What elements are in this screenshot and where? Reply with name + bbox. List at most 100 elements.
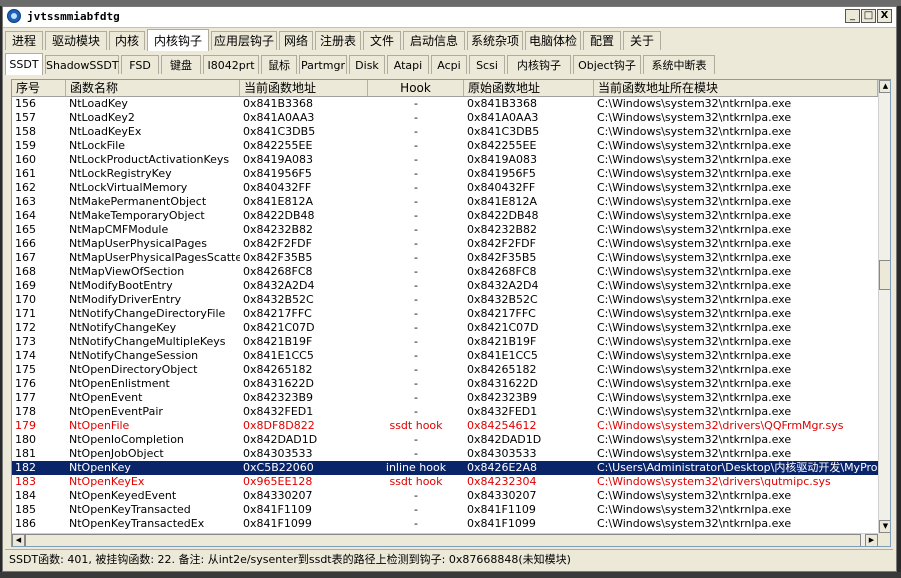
cell-idx: 181 <box>15 447 36 460</box>
cell-idx: 174 <box>15 349 36 362</box>
cell-cur: 0x8432FED1 <box>243 405 314 418</box>
cell-idx: 171 <box>15 307 36 320</box>
table-row[interactable]: 159 NtLockFile 0x842255EE - 0x842255EE C:\Win… <box>12 139 878 153</box>
table-row[interactable]: 157 NtLoadKey2 0x841A0AA3 - 0x841A0AA3 C:\Win… <box>12 111 878 125</box>
minimize-button[interactable]: _ <box>845 9 860 23</box>
table-row[interactable]: 172 NtNotifyChangeKey 0x8421C07D - 0x8421C07… <box>12 321 878 335</box>
column-header-4[interactable]: 原始函数地址 <box>464 80 594 96</box>
cell-module: C:\Windows\system32\ntkrnlpa.exe <box>597 181 792 194</box>
tab-menu-2[interactable]: 内核 <box>109 31 145 50</box>
h-scroll-thumb[interactable] <box>25 534 861 546</box>
table-row[interactable]: 181 NtOpenJobObject 0x84303533 - 0x84303533 C… <box>12 447 878 461</box>
table-row[interactable]: 184 NtOpenKeyedEvent 0x84330207 - 0x84330207… <box>12 489 878 503</box>
table-row[interactable]: 161 NtLockRegistryKey 0x841956F5 - 0x841956F… <box>12 167 878 181</box>
tab-sub-7[interactable]: Disk <box>349 55 385 74</box>
scroll-up-icon[interactable]: ▲ <box>879 80 890 93</box>
cell-hook: - <box>414 181 418 194</box>
tab-menu-6[interactable]: 注册表 <box>315 31 361 50</box>
column-header-3[interactable]: Hook <box>368 80 464 96</box>
column-header-2[interactable]: 当前函数地址 <box>240 80 368 96</box>
tab-menu-9[interactable]: 系统杂项 <box>467 31 523 50</box>
column-header-1[interactable]: 函数名称 <box>66 80 240 96</box>
cell-name: NtOpenKeyEx <box>69 475 145 488</box>
vertical-scrollbar[interactable]: ▲ ▼ <box>878 80 890 533</box>
cell-name: NtLockRegistryKey <box>69 167 172 180</box>
tab-menu-3[interactable]: 内核钩子 <box>147 29 209 51</box>
cell-name: NtModifyDriverEntry <box>69 293 182 306</box>
table-row[interactable]: 185 NtOpenKeyTransacted 0x841F1109 - 0x841F1… <box>12 503 878 517</box>
table-row[interactable]: 168 NtMapViewOfSection 0x84268FC8 - 0x84268F… <box>12 265 878 279</box>
table-row[interactable]: 166 NtMapUserPhysicalPages 0x842F2FDF - 0x84… <box>12 237 878 251</box>
cell-name: NtMakeTemporaryObject <box>69 209 205 222</box>
cell-hook: - <box>414 405 418 418</box>
title-bar[interactable]: jvtssmmiabfdtg _ □ X <box>3 7 896 28</box>
tab-sub-3[interactable]: 键盘 <box>161 55 201 74</box>
tab-menu-7[interactable]: 文件 <box>363 31 401 50</box>
cell-orig: 0x84303533 <box>467 447 537 460</box>
tab-sub-4[interactable]: I8042prt <box>203 55 259 74</box>
table-row[interactable]: 173 NtNotifyChangeMultipleKeys 0x8421B19F -… <box>12 335 878 349</box>
cell-hook: - <box>414 293 418 306</box>
tab-sub-6[interactable]: Partmgr <box>299 55 347 74</box>
table-row[interactable]: 162 NtLockVirtualMemory 0x840432FF - 0x84043… <box>12 181 878 195</box>
tab-menu-8[interactable]: 启动信息 <box>403 31 465 50</box>
cell-module: C:\Windows\system32\ntkrnlpa.exe <box>597 377 792 390</box>
cell-idx: 165 <box>15 223 36 236</box>
close-button[interactable]: X <box>877 9 892 23</box>
cell-module: C:\Windows\system32\ntkrnlpa.exe <box>597 237 792 250</box>
table-row[interactable]: 174 NtNotifyChangeSession 0x841E1CC5 - 0x841… <box>12 349 878 363</box>
table-row[interactable]: 183 NtOpenKeyEx 0x965EE128 ssdt hook 0x84232… <box>12 475 878 489</box>
table-row[interactable]: 167 NtMapUserPhysicalPagesScatter 0x842F35… <box>12 251 878 265</box>
tab-sub-5[interactable]: 鼠标 <box>261 55 297 74</box>
table-row[interactable]: 175 NtOpenDirectoryObject 0x84265182 - 0x842… <box>12 363 878 377</box>
cell-hook: - <box>414 111 418 124</box>
horizontal-scrollbar[interactable]: ◀ ▶ <box>12 533 878 546</box>
tab-menu-5[interactable]: 网络 <box>279 31 313 50</box>
scroll-right-icon[interactable]: ▶ <box>865 534 878 546</box>
tab-sub-11[interactable]: 内核钩子 <box>507 55 571 74</box>
tab-sub-12[interactable]: Object钩子 <box>573 55 641 74</box>
table-row[interactable]: 177 NtOpenEvent 0x842323B9 - 0x842323B9 C:\Wi… <box>12 391 878 405</box>
table-row[interactable]: 176 NtOpenEnlistment 0x8431622D - 0x8431622D… <box>12 377 878 391</box>
table-row[interactable]: 156 NtLoadKey 0x841B3368 - 0x841B3368 C:\Wind… <box>12 97 878 111</box>
cell-module: C:\Windows\system32\ntkrnlpa.exe <box>597 209 792 222</box>
tab-menu-4[interactable]: 应用层钩子 <box>211 31 277 50</box>
table-row[interactable]: 160 NtLockProductActivationKeys 0x8419A083… <box>12 153 878 167</box>
table-row[interactable]: 164 NtMakeTemporaryObject 0x8422DB48 - 0x842… <box>12 209 878 223</box>
tab-sub-8[interactable]: Atapi <box>387 55 429 74</box>
tab-menu-12[interactable]: 关于 <box>623 31 661 50</box>
cell-idx: 182 <box>15 461 36 474</box>
tab-menu-1[interactable]: 驱动模块 <box>45 31 107 50</box>
column-header-0[interactable]: 序号 <box>12 80 66 96</box>
tab-sub-2[interactable]: FSD <box>121 55 159 74</box>
table-row[interactable]: 178 NtOpenEventPair 0x8432FED1 - 0x8432FED1 C… <box>12 405 878 419</box>
tab-sub-13[interactable]: 系统中断表 <box>643 55 715 74</box>
cell-module: C:\Windows\system32\ntkrnlpa.exe <box>597 223 792 236</box>
table-row[interactable]: 182 NtOpenKey 0xC5B22060 inline hook 0x8426E… <box>12 461 878 475</box>
scroll-down-icon[interactable]: ▼ <box>879 520 890 533</box>
table-row[interactable]: 163 NtMakePermanentObject 0x841E812A - 0x841… <box>12 195 878 209</box>
table-row[interactable]: 158 NtLoadKeyEx 0x841C3DB5 - 0x841C3DB5 C:\Wi… <box>12 125 878 139</box>
table-row[interactable]: 186 NtOpenKeyTransactedEx 0x841F1099 - 0x841… <box>12 517 878 531</box>
cell-name: NtLoadKey <box>69 97 128 110</box>
cell-orig: 0x842DAD1D <box>467 433 542 446</box>
scroll-thumb[interactable] <box>879 260 890 290</box>
tab-menu-10[interactable]: 电脑体检 <box>525 31 581 50</box>
tab-sub-0[interactable]: SSDT <box>5 53 43 75</box>
maximize-button[interactable]: □ <box>861 9 876 23</box>
cell-hook: - <box>414 167 418 180</box>
table-row[interactable]: 180 NtOpenIoCompletion 0x842DAD1D - 0x842DAD… <box>12 433 878 447</box>
tab-sub-9[interactable]: Acpi <box>431 55 467 74</box>
tab-menu-0[interactable]: 进程 <box>5 31 43 50</box>
scroll-left-icon[interactable]: ◀ <box>12 534 25 546</box>
table-row[interactable]: 179 NtOpenFile 0x8DF8D822 ssdt hook 0x842546… <box>12 419 878 433</box>
tab-menu-11[interactable]: 配置 <box>583 31 621 50</box>
table-row[interactable]: 170 NtModifyDriverEntry 0x8432B52C - 0x8432B… <box>12 293 878 307</box>
table-row[interactable]: 171 NtNotifyChangeDirectoryFile 0x84217FFC… <box>12 307 878 321</box>
cell-hook: - <box>414 97 418 110</box>
table-row[interactable]: 165 NtMapCMFModule 0x84232B82 - 0x84232B82 C:… <box>12 223 878 237</box>
table-row[interactable]: 169 NtModifyBootEntry 0x8432A2D4 - 0x8432A2D… <box>12 279 878 293</box>
tab-sub-1[interactable]: ShadowSSDT <box>45 55 119 74</box>
tab-sub-10[interactable]: Scsi <box>469 55 505 74</box>
column-header-5[interactable]: 当前函数地址所在模块 <box>594 80 878 96</box>
